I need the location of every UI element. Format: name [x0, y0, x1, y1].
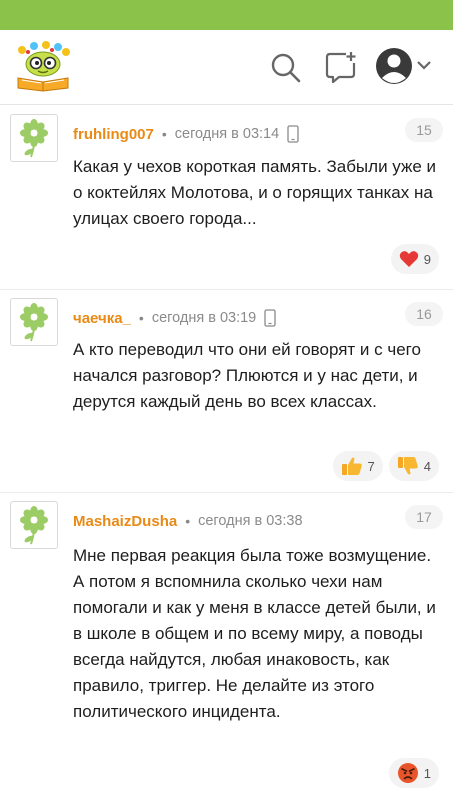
comment-number[interactable]: 16	[405, 302, 443, 326]
flower-avatar-icon	[20, 506, 48, 545]
reaction-count: 1	[423, 765, 431, 781]
add-post-icon[interactable]	[324, 50, 358, 84]
comment-text: Мне первая реакция была тоже возмущение.…	[73, 546, 436, 721]
avatar[interactable]	[10, 298, 58, 346]
flower-avatar-icon	[20, 119, 48, 158]
angry-face-icon	[397, 763, 418, 783]
comment-meta: MashaizDusha • сегодня в 03:38	[73, 509, 303, 533]
thumbs-down-icon	[397, 457, 418, 475]
thumbs-up-icon	[341, 457, 362, 475]
avatar[interactable]	[10, 114, 58, 162]
comment-meta: fruhling007 • сегодня в 03:14	[73, 122, 299, 146]
mobile-device-icon	[264, 309, 276, 327]
mobile-device-icon	[287, 125, 299, 143]
flower-avatar-icon	[20, 303, 48, 342]
reaction-thumbs-up[interactable]: 7	[332, 451, 383, 481]
comment-item: MashaizDusha • сегодня в 03:38 17 Мне пе…	[0, 493, 453, 800]
comment-time: сегодня в 03:14	[174, 126, 280, 142]
chevron-down-icon	[417, 61, 431, 70]
reaction-count: 4	[423, 458, 431, 474]
reactions: 1	[388, 758, 439, 788]
reaction-angry[interactable]: 1	[388, 758, 439, 788]
reactions: 9	[390, 244, 439, 274]
reaction-count: 9	[423, 251, 431, 267]
search-icon[interactable]	[268, 50, 302, 84]
app-header	[0, 30, 453, 105]
separator-dot: •	[185, 513, 191, 529]
comment-text: А кто переводил что они ей говорят и с ч…	[73, 340, 421, 411]
bookworm-logo[interactable]	[12, 40, 74, 92]
reactions: 7 4	[332, 451, 439, 481]
separator-dot: •	[161, 126, 167, 142]
heart-icon	[399, 251, 418, 267]
status-bar	[0, 0, 453, 30]
comment-time: сегодня в 03:38	[198, 513, 303, 529]
avatar[interactable]	[10, 501, 58, 549]
comment-number[interactable]: 17	[405, 505, 443, 529]
comment-text: Какая у чехов короткая память. Забыли уж…	[73, 157, 437, 228]
comment-item: fruhling007 • сегодня в 03:14 15 Какая у…	[0, 106, 453, 290]
comment-number[interactable]: 15	[405, 118, 443, 142]
author-name[interactable]: MashaizDusha	[73, 513, 177, 530]
reaction-thumbs-down[interactable]: 4	[388, 451, 439, 481]
comment-meta: чаечка_ • сегодня в 03:19	[73, 306, 276, 330]
author-name[interactable]: чаечка_	[73, 310, 131, 327]
reaction-heart[interactable]: 9	[390, 244, 439, 274]
separator-dot: •	[138, 310, 144, 326]
author-name[interactable]: fruhling007	[73, 126, 154, 143]
user-menu-button[interactable]	[374, 46, 438, 86]
comment-item: чаечка_ • сегодня в 03:19 16 А кто перев…	[0, 290, 453, 493]
user-avatar-icon	[376, 48, 412, 84]
reaction-count: 7	[367, 458, 375, 474]
comment-time: сегодня в 03:19	[151, 310, 257, 326]
